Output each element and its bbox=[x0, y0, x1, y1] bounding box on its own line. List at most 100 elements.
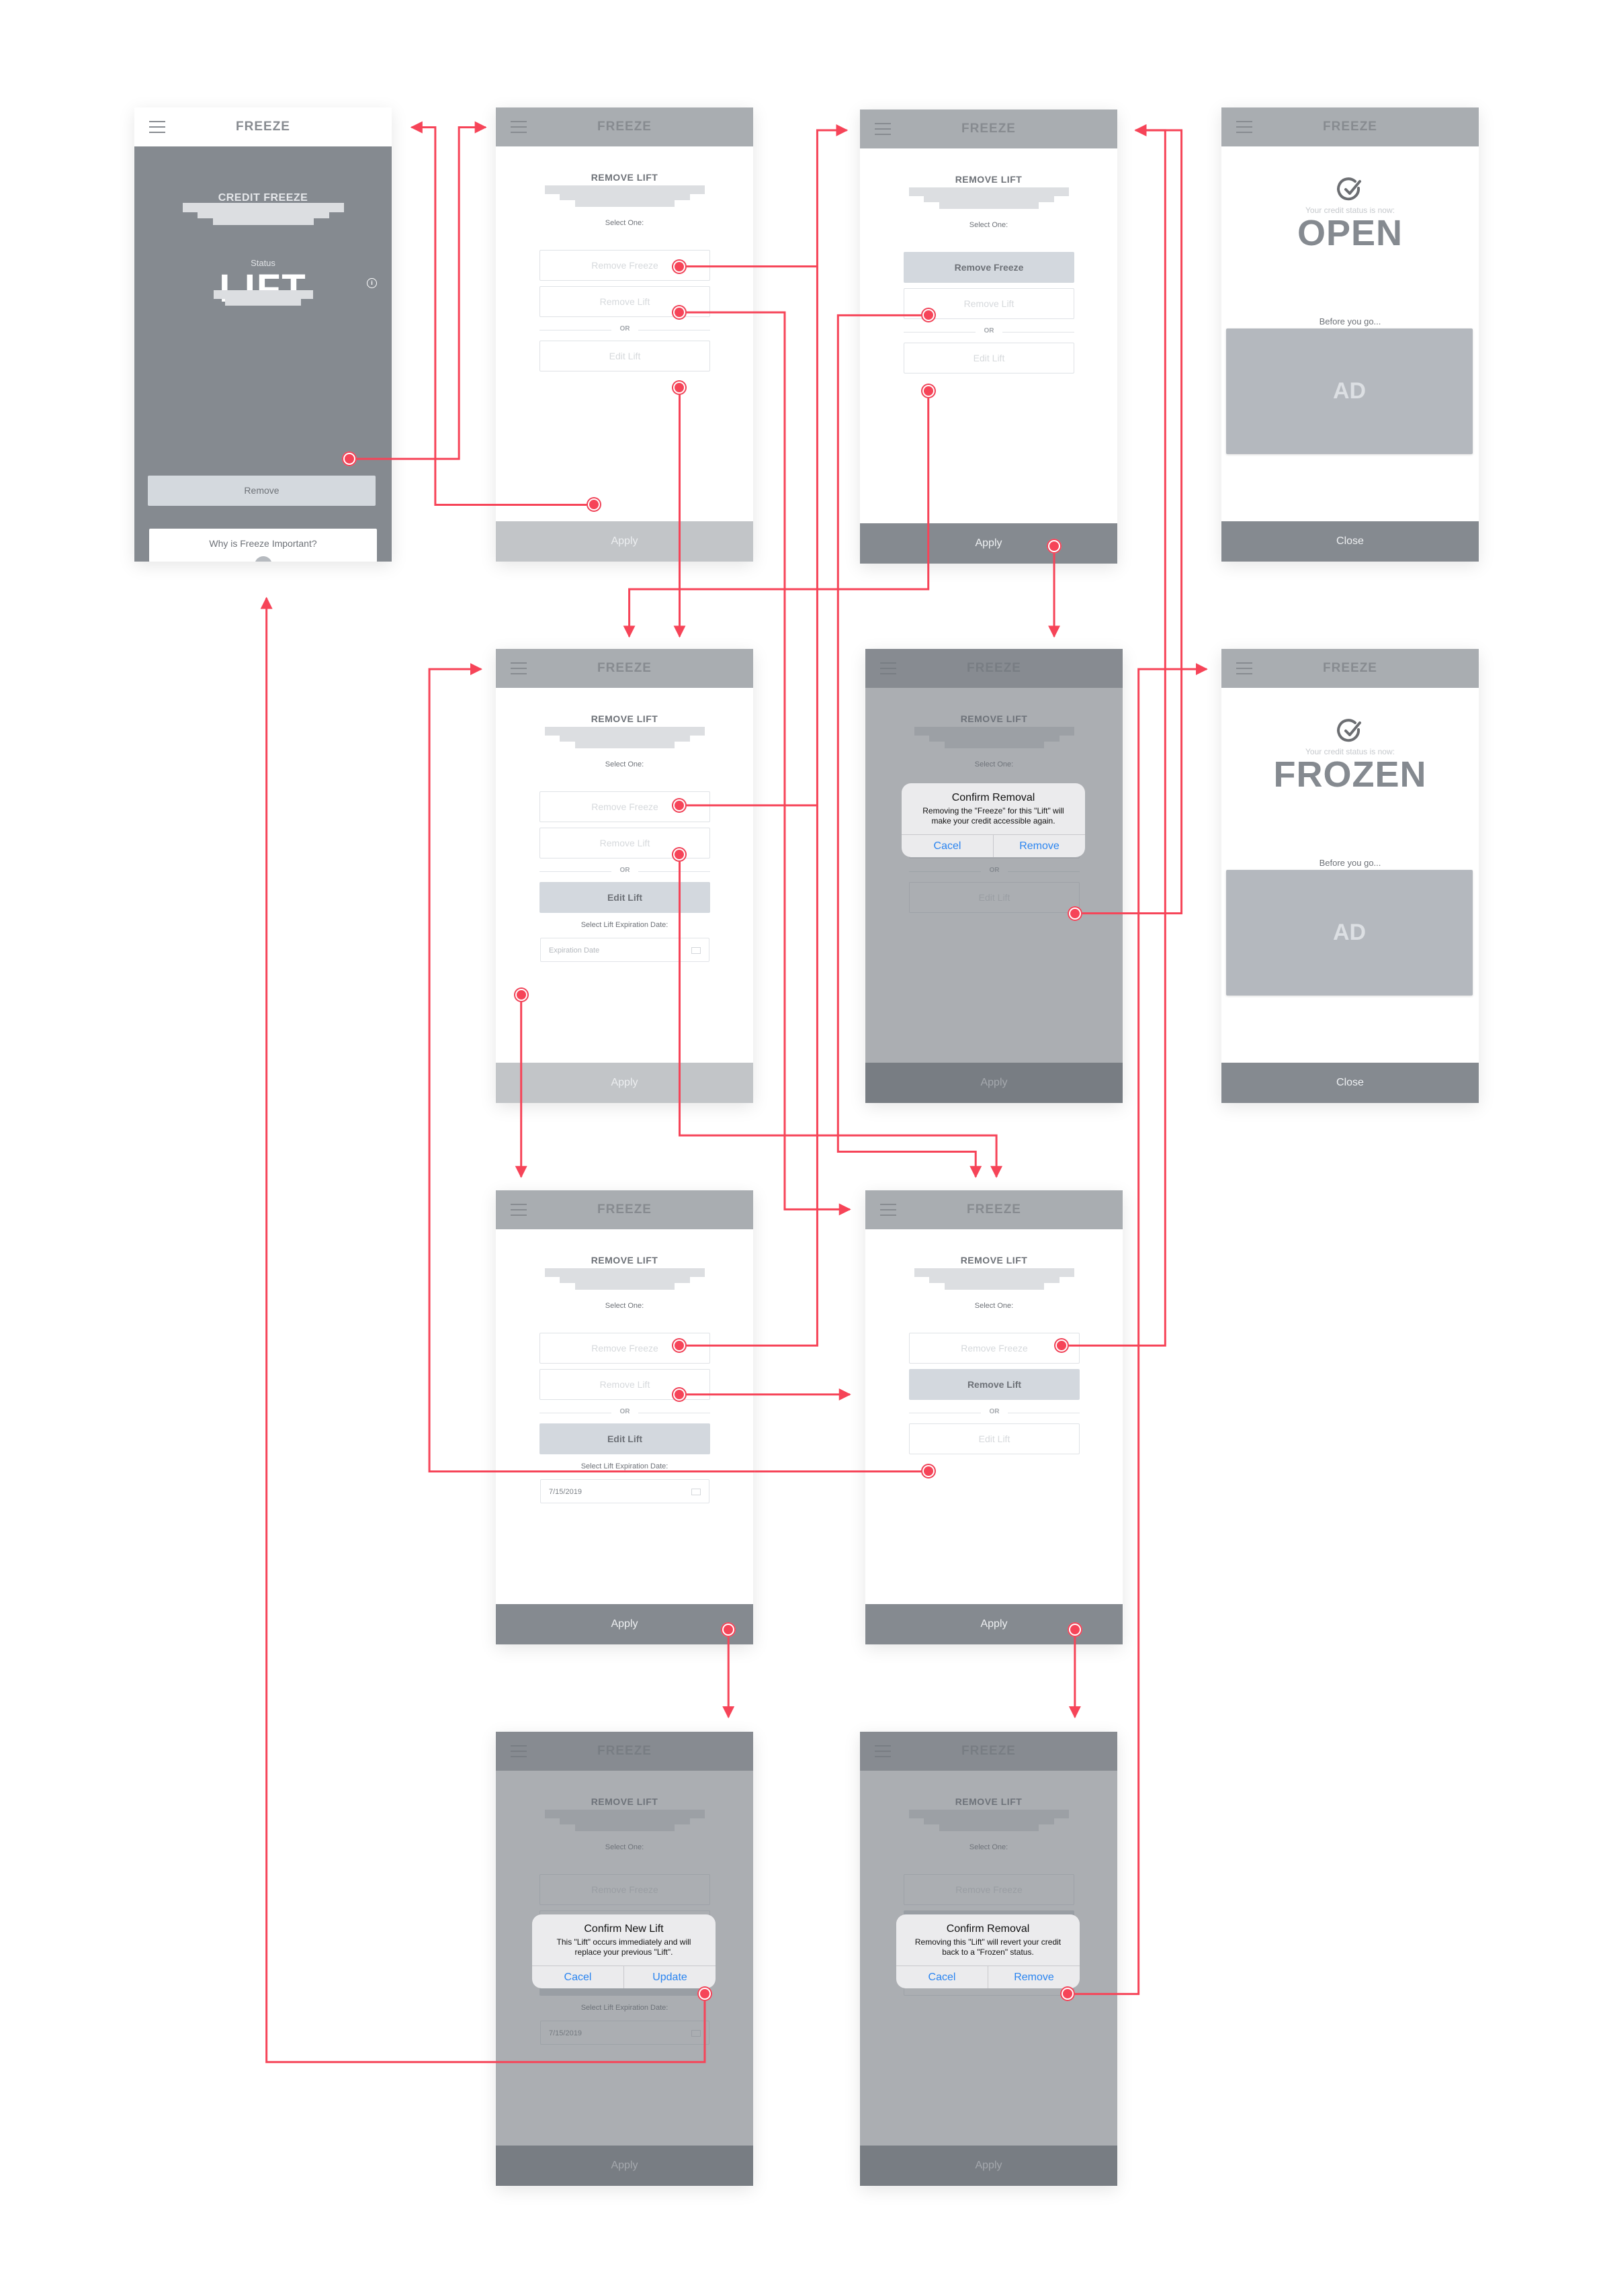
confirm-new-lift-dialog: Confirm New Lift This "Lift" occurs imme… bbox=[532, 1914, 716, 1988]
header-title: FREEZE bbox=[961, 122, 1016, 136]
stepped-placeholder bbox=[182, 203, 344, 225]
edit-lift-option[interactable]: Edit Lift bbox=[539, 341, 710, 371]
header-title: FREEZE bbox=[967, 1202, 1021, 1217]
hotspot-marker-icon bbox=[920, 308, 936, 323]
check-circle-icon bbox=[1336, 177, 1361, 201]
section-title: REMOVE LIFT bbox=[591, 172, 658, 183]
remove-lift-option[interactable]: Remove Lift bbox=[909, 1369, 1080, 1400]
apply-button[interactable]: Apply bbox=[496, 521, 753, 562]
header: FREEZE bbox=[860, 109, 1117, 148]
info-icon[interactable]: i bbox=[367, 278, 377, 288]
apply-button[interactable]: Apply bbox=[496, 1063, 753, 1103]
header-title: FREEZE bbox=[1323, 120, 1377, 134]
dialog-message: Removing the "Freeze" for this "Lift" wi… bbox=[922, 806, 1064, 826]
dialog-message: This "Lift" occurs immediately and will … bbox=[556, 1937, 691, 1957]
dialog-title: Confirm Removal bbox=[946, 1923, 1030, 1935]
edit-lift-option[interactable]: Edit Lift bbox=[909, 1423, 1080, 1454]
section-title: REMOVE LIFT bbox=[591, 1255, 658, 1266]
screen-remove-lift-options: FREEZE REMOVE LIFT Select One: Remove Fr… bbox=[496, 107, 753, 562]
header-title: FREEZE bbox=[1323, 661, 1377, 675]
header: FREEZE bbox=[865, 1190, 1123, 1229]
or-divider: OR bbox=[909, 1408, 1080, 1417]
expiration-date-placeholder: Expiration Date bbox=[549, 946, 600, 955]
status-value: FROZEN bbox=[1273, 754, 1427, 795]
screen-confirm-remove-freeze: FREEZE REMOVE LIFT Select One: Remove Fr… bbox=[865, 649, 1123, 1103]
screen-confirm-new-lift: FREEZE REMOVE LIFT Select One: Remove Fr… bbox=[496, 1732, 753, 2186]
expiration-date-input[interactable]: 7/15/2019 bbox=[540, 1479, 709, 1503]
header-title: FREEZE bbox=[597, 1202, 652, 1217]
screen-main-status: FREEZE CREDIT FREEZE Status LIFT i Remov… bbox=[134, 107, 392, 562]
screen-confirm-remove-lift: FREEZE REMOVE LIFT Select One: Remove Fr… bbox=[860, 1732, 1117, 2186]
stepped-placeholder bbox=[544, 1268, 705, 1290]
or-divider: OR bbox=[904, 327, 1074, 337]
hotspot-marker-icon bbox=[920, 383, 936, 398]
edit-lift-option[interactable]: Edit Lift bbox=[539, 882, 710, 913]
stepped-placeholder bbox=[914, 1268, 1074, 1290]
confirm-removal-dialog: Confirm Removal Removing this "Lift" wil… bbox=[896, 1914, 1080, 1988]
dialog-update-button[interactable]: Update bbox=[623, 1966, 716, 1988]
dialog-cancel-button[interactable]: Cacel bbox=[532, 1966, 623, 1988]
before-you-go-label: Before you go... bbox=[1319, 858, 1381, 868]
expiration-date-label: Select Lift Expiration Date: bbox=[580, 1462, 668, 1470]
select-one-label: Select One: bbox=[969, 221, 1008, 229]
header: FREEZE bbox=[134, 107, 392, 146]
edit-lift-option[interactable]: Edit Lift bbox=[539, 1423, 710, 1454]
remove-button[interactable]: Remove bbox=[148, 476, 376, 506]
screen-remove-lift-selected: FREEZE REMOVE LIFT Select One: Remove Fr… bbox=[865, 1190, 1123, 1644]
apply-button[interactable]: Apply bbox=[860, 523, 1117, 564]
before-you-go-label: Before you go... bbox=[1319, 316, 1381, 326]
dialog-remove-button[interactable]: Remove bbox=[993, 835, 1085, 857]
section-title: REMOVE LIFT bbox=[960, 1255, 1028, 1266]
ad-placeholder[interactable]: AD bbox=[1226, 870, 1473, 996]
hotspot-marker-icon bbox=[672, 259, 687, 274]
header-title: FREEZE bbox=[597, 120, 652, 134]
expiration-date-value: 7/15/2019 bbox=[549, 1488, 582, 1496]
or-divider: OR bbox=[539, 325, 710, 335]
hotspot-marker-icon bbox=[1067, 906, 1082, 921]
select-one-label: Select One: bbox=[974, 1302, 1014, 1310]
stepped-placeholder bbox=[544, 185, 705, 207]
screen-result-open: FREEZE Your credit status is now: OPEN B… bbox=[1221, 107, 1479, 562]
dialog-cancel-button[interactable]: Cacel bbox=[902, 835, 993, 857]
dialog-remove-button[interactable]: Remove bbox=[988, 1966, 1080, 1988]
screen-remove-freeze-selected: FREEZE REMOVE LIFT Select One: Remove Fr… bbox=[860, 109, 1117, 564]
header: FREEZE bbox=[496, 107, 753, 146]
hotspot-marker-icon bbox=[672, 846, 687, 862]
apply-button[interactable]: Apply bbox=[865, 1604, 1123, 1644]
remove-freeze-option[interactable]: Remove Freeze bbox=[904, 252, 1074, 283]
dialog-title: Confirm New Lift bbox=[584, 1923, 664, 1935]
apply-button[interactable]: Apply bbox=[496, 1604, 753, 1644]
confirm-removal-dialog: Confirm Removal Removing the "Freeze" fo… bbox=[902, 783, 1085, 857]
or-divider: OR bbox=[539, 1408, 710, 1417]
screen-result-frozen: FREEZE Your credit status is now: FROZEN… bbox=[1221, 649, 1479, 1103]
screen-edit-lift-date-set: FREEZE REMOVE LIFT Select One: Remove Fr… bbox=[496, 1190, 753, 1644]
status-value: OPEN bbox=[1297, 213, 1403, 253]
dialog-cancel-button[interactable]: Cacel bbox=[896, 1966, 988, 1988]
or-divider: OR bbox=[539, 867, 710, 876]
calendar-icon[interactable] bbox=[691, 947, 701, 954]
close-button[interactable]: Close bbox=[1221, 521, 1479, 562]
header: FREEZE bbox=[496, 1190, 753, 1229]
hotspot-marker-icon bbox=[586, 497, 601, 513]
dialog-message: Removing this "Lift" will revert your cr… bbox=[914, 1937, 1062, 1957]
dialog-title: Confirm Removal bbox=[951, 792, 1035, 803]
stepped-placeholder bbox=[544, 727, 705, 748]
close-button[interactable]: Close bbox=[1221, 1063, 1479, 1103]
expiration-date-input[interactable]: Expiration Date bbox=[540, 938, 709, 962]
select-one-label: Select One: bbox=[605, 760, 644, 768]
ad-placeholder[interactable]: AD bbox=[1226, 328, 1473, 454]
status-panel: CREDIT FREEZE Status LIFT i Remove ^ bbox=[134, 146, 392, 562]
select-one-label: Select One: bbox=[605, 219, 644, 227]
stepped-placeholder bbox=[213, 290, 313, 306]
calendar-icon[interactable] bbox=[691, 1489, 701, 1495]
section-title: REMOVE LIFT bbox=[591, 713, 658, 724]
hotspot-marker-icon bbox=[1067, 1622, 1082, 1638]
check-circle-icon bbox=[1336, 719, 1361, 742]
header: FREEZE bbox=[1221, 649, 1479, 688]
select-one-label: Select One: bbox=[605, 1302, 644, 1310]
stepped-placeholder bbox=[908, 187, 1069, 209]
edit-lift-option[interactable]: Edit Lift bbox=[904, 343, 1074, 373]
modal-overlay bbox=[865, 649, 1123, 1103]
header-title: FREEZE bbox=[597, 661, 652, 675]
hotspot-marker-icon bbox=[513, 987, 529, 1002]
